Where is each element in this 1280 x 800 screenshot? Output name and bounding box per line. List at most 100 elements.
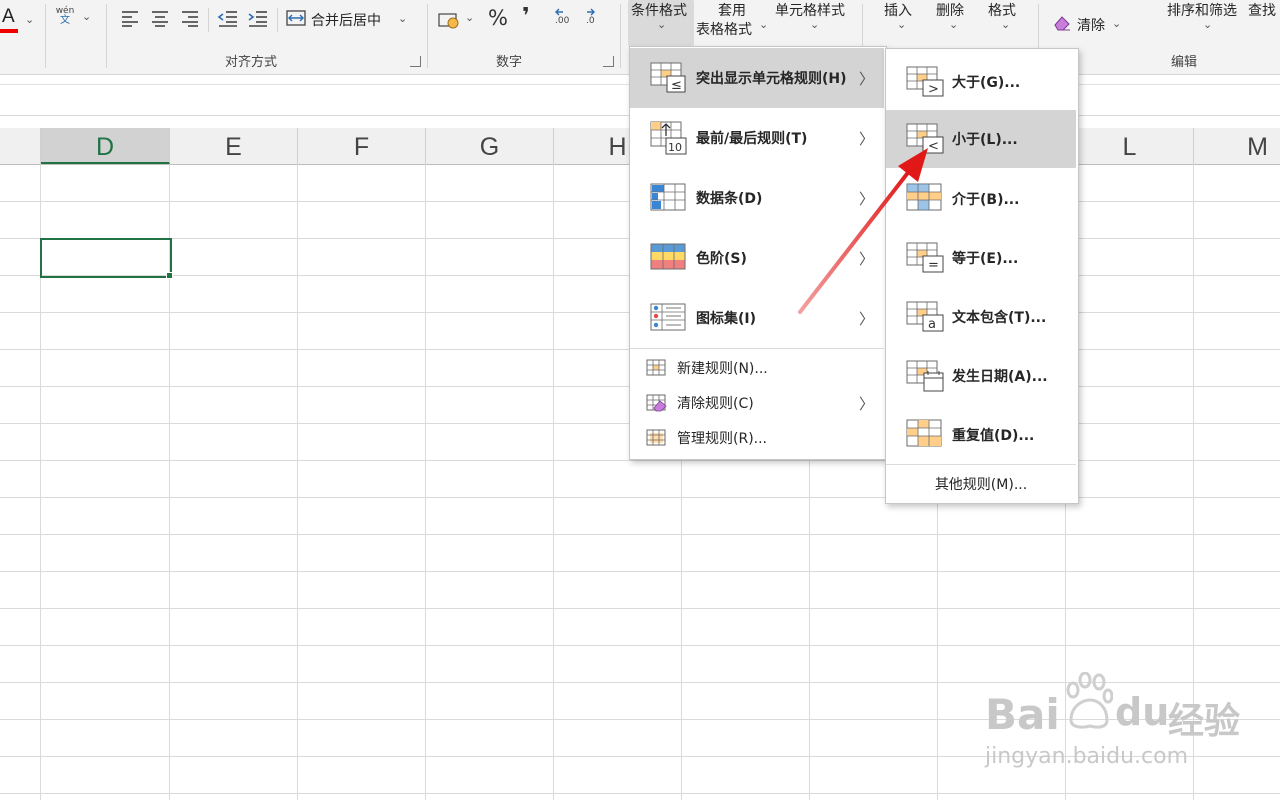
active-cell[interactable] [40, 238, 172, 278]
chevron-down-icon: ⌄ [1203, 18, 1213, 31]
eraser-icon [1054, 16, 1070, 31]
increase-decimal-icon[interactable]: .00 [553, 7, 577, 31]
submenu-item-more-rules[interactable]: 其他规则(M)... [886, 467, 1076, 501]
decrease-decimal-icon[interactable]: .0 [584, 7, 608, 31]
chevron-down-icon: ⌄ [657, 18, 667, 31]
merge-center-label: 合并后居中 [311, 13, 381, 29]
delete-button[interactable]: 删除 ⌄ [932, 0, 972, 44]
column-header-f[interactable]: F [298, 128, 426, 164]
chevron-down-icon: ⌄ [897, 18, 907, 31]
menu-item-new-rule[interactable]: 新建规则(N)... [630, 351, 884, 385]
grid-column-line [425, 164, 426, 800]
watermark: Bai du 经验 jingyan.baidu.com [985, 672, 1275, 782]
column-header-e[interactable]: E [170, 128, 298, 164]
menu-item-manage-rules[interactable]: 管理规则(R)... [630, 421, 884, 455]
accounting-icon [438, 13, 459, 29]
column-header-l[interactable]: L [1066, 128, 1194, 164]
format-label: 格式 [988, 3, 1016, 19]
conditional-formatting-label: 条件格式 [631, 3, 687, 19]
top-bottom-rules-icon: 10 [650, 121, 687, 155]
grid-column-line [297, 164, 298, 800]
clear-label: 清除 [1077, 18, 1105, 34]
conditional-formatting-button[interactable]: 条件格式 ⌄ [628, 0, 694, 46]
chevron-down-icon: ⌄ [398, 12, 408, 25]
baidu-paw-icon [1066, 672, 1113, 729]
column-header-m[interactable]: M [1194, 128, 1280, 164]
submenu-item-label: 其他规则(M)... [934, 477, 1028, 493]
chevron-down-icon: ⌄ [810, 18, 820, 31]
highlight-rules-icon: ≤ [650, 62, 686, 93]
submenu-arrow-icon: 〉 [858, 394, 874, 413]
format-as-table-button[interactable]: 套用 表格格式 ⌄ [695, 0, 771, 44]
chevron-down-icon: ⌄ [465, 11, 475, 24]
watermark-url-text: jingyan.baidu.com [985, 744, 1189, 769]
comma-style-button[interactable]: ❜ [522, 4, 530, 29]
watermark-product-text: 经验 [1168, 701, 1241, 742]
menu-item-label: 管理规则(R)... [677, 431, 768, 447]
alignment-group-label: 对齐方式 [225, 55, 278, 70]
menu-item-label: 突出显示单元格规则(H) [696, 71, 847, 87]
submenu-item-date-occurring[interactable]: 发生日期(A)... [886, 347, 1076, 405]
phonetic-guide-button[interactable]: wén 文 ⌄ [50, 6, 98, 34]
column-header-g[interactable]: G [426, 128, 554, 164]
sort-filter-label: 排序和筛选 [1167, 3, 1237, 19]
number-dialog-launcher-icon[interactable] [603, 56, 614, 67]
submenu-item-label: 重复值(D)... [952, 428, 1035, 444]
new-rule-icon [646, 359, 666, 376]
alignment-dialog-launcher-icon[interactable] [410, 56, 421, 67]
clear-button[interactable]: 清除 ⌄ [1052, 12, 1132, 38]
decrease-indent-icon[interactable] [217, 9, 239, 27]
menu-item-clear-rules[interactable]: 清除规则(C) 〉 [630, 386, 884, 420]
submenu-item-label: 发生日期(A)... [952, 369, 1048, 385]
align-center-icon[interactable] [150, 9, 170, 27]
format-as-table-label-line1: 套用 [718, 3, 746, 19]
submenu-item-label: 文本包含(T)... [952, 310, 1047, 326]
grid-row-line [0, 645, 1280, 646]
watermark-brand-text: Bai [985, 690, 1060, 739]
select-all-corner[interactable] [0, 128, 41, 164]
cell-styles-button[interactable]: 单元格样式 ⌄ [773, 0, 855, 44]
svg-text:.0: .0 [586, 16, 595, 26]
insert-button[interactable]: 插入 ⌄ [880, 0, 920, 44]
format-button[interactable]: 格式 ⌄ [984, 0, 1024, 44]
align-left-icon[interactable] [120, 9, 140, 27]
submenu-item-greater-than[interactable]: > 大于(G)... [886, 53, 1076, 111]
chevron-down-icon: ⌄ [1112, 17, 1122, 30]
delete-label: 删除 [936, 3, 964, 19]
grid-row-line [0, 793, 1280, 794]
editing-group-label: 编辑 [1171, 55, 1198, 70]
grid-row-line [0, 608, 1280, 609]
svg-text:>: > [928, 82, 939, 97]
menu-item-highlight-cells-rules[interactable]: ≤ 突出显示单元格规则(H) 〉 [630, 48, 884, 108]
clear-rules-icon [646, 394, 667, 412]
menu-divider [886, 464, 1076, 465]
find-select-button[interactable]: 查找 [1246, 0, 1280, 44]
fill-handle[interactable] [166, 272, 173, 279]
accounting-format-button[interactable]: ⌄ [438, 8, 478, 32]
submenu-arrow-icon: 〉 [858, 69, 874, 88]
submenu-item-label: 小于(L)... [952, 132, 1018, 148]
menu-item-label: 色阶(S) [696, 251, 747, 267]
submenu-item-label: 等于(E)... [952, 251, 1019, 267]
increase-indent-icon[interactable] [247, 9, 269, 27]
data-bars-icon [650, 183, 686, 211]
format-as-table-label-line2: 表格格式 [696, 22, 752, 38]
icon-sets-icon [650, 303, 686, 331]
find-select-label: 查找 [1248, 3, 1276, 19]
svg-text:.00: .00 [555, 16, 570, 26]
font-color-button[interactable]: A ⌄ [0, 4, 40, 36]
submenu-item-label: 大于(G)... [952, 75, 1021, 91]
align-right-icon[interactable] [180, 9, 200, 27]
greater-than-icon: > [906, 66, 944, 97]
sort-filter-button[interactable]: 排序和筛选 ⌄ [1165, 0, 1243, 44]
grid-row-line [0, 571, 1280, 572]
grid-row-line [0, 534, 1280, 535]
percent-style-button[interactable]: % [488, 6, 508, 30]
insert-label: 插入 [884, 3, 912, 19]
chevron-down-icon: ⌄ [82, 10, 92, 23]
column-header-d[interactable]: D [41, 128, 170, 164]
phonetic-guide-icon: wén 文 [53, 6, 77, 26]
merge-center-button[interactable]: 合并后居中 ⌄ [286, 7, 416, 33]
submenu-item-duplicate-values[interactable]: 重复值(D)... [886, 406, 1076, 464]
watermark-brand-text-2: du [1115, 690, 1170, 734]
